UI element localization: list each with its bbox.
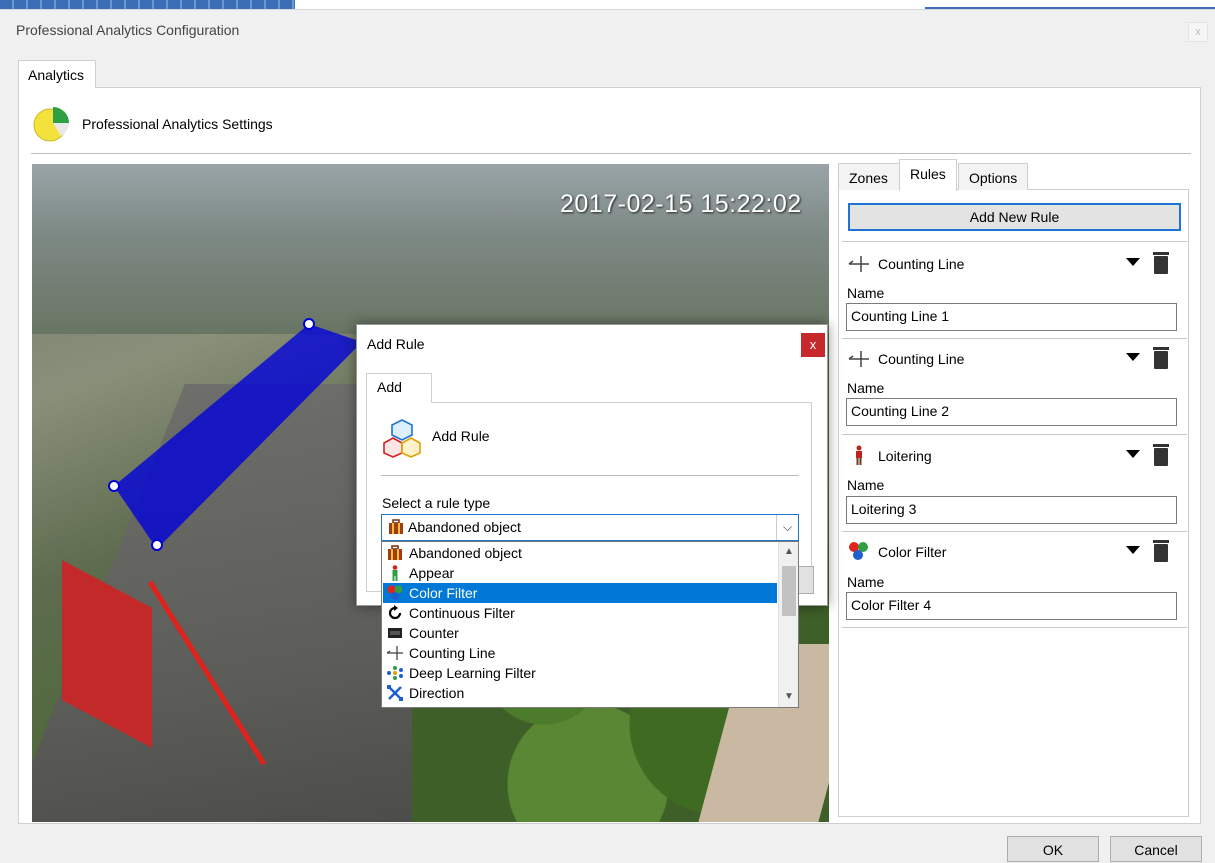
- dropdown-option-label: Counting Line: [409, 645, 496, 661]
- appear-person-icon: [392, 565, 398, 581]
- rule-divider: [842, 434, 1187, 435]
- tab-options[interactable]: Options: [958, 163, 1028, 190]
- trash-icon[interactable]: [1152, 443, 1170, 467]
- rule-name-input[interactable]: Color Filter 4: [846, 592, 1177, 620]
- background-window-strip: [0, 0, 1215, 10]
- briefcase-icon: [389, 519, 403, 534]
- dialog-title: Add Rule: [367, 336, 425, 352]
- rule-type-label: Color Filter: [878, 544, 947, 560]
- counting-line-icon: [848, 351, 869, 367]
- trash-icon[interactable]: [1152, 539, 1170, 563]
- direction-arrows-icon: [387, 685, 403, 701]
- dropdown-option-label: Counter: [409, 625, 459, 641]
- counter-icon: [388, 628, 402, 638]
- dropdown-option-label: Color Filter: [409, 585, 478, 601]
- rule-type-select-value: Abandoned object: [408, 519, 521, 535]
- dropdown-option[interactable]: Counter: [383, 623, 777, 643]
- dropdown-option[interactable]: Counting Line: [383, 643, 777, 663]
- briefcase-icon: [388, 545, 402, 560]
- rule-name-input[interactable]: Counting Line 2: [846, 398, 1177, 426]
- ok-button[interactable]: OK: [1007, 836, 1099, 862]
- network-icon: [387, 666, 403, 680]
- tab-zones[interactable]: Zones: [838, 163, 900, 190]
- rule-name-label: Name: [847, 380, 885, 396]
- zone-polygon: [114, 324, 362, 549]
- cubes-icon: [383, 419, 421, 458]
- rule-name-label: Name: [847, 285, 885, 301]
- rule-name-label: Name: [847, 574, 885, 590]
- tab-rules[interactable]: Rules: [899, 159, 957, 191]
- rule-divider: [842, 627, 1187, 628]
- camera-timestamp: 2017-02-15 15:22:02: [560, 190, 802, 218]
- trash-icon[interactable]: [1152, 346, 1170, 370]
- dropdown-option[interactable]: Abandoned object: [383, 543, 777, 563]
- counting-line-overlay: [147, 580, 267, 766]
- dropdown-scrollbar[interactable]: ▲ ▼: [778, 542, 798, 707]
- rule-type-label: Counting Line: [878, 256, 965, 272]
- rule-name-input[interactable]: Counting Line 1: [846, 303, 1177, 331]
- cancel-button[interactable]: Cancel: [1110, 836, 1202, 862]
- chevron-up-icon[interactable]: ▲: [779, 542, 798, 562]
- dropdown-option-label: Direction: [409, 685, 465, 701]
- counting-line-icon: [387, 646, 403, 660]
- dialog-divider: [381, 475, 799, 476]
- dialog-tab-add[interactable]: Add: [366, 373, 432, 403]
- dropdown-option-label: Abandoned object: [409, 545, 522, 561]
- rule-type-dropdown-list[interactable]: Abandoned object Appear Color Filter Con…: [381, 541, 799, 708]
- dropdown-option[interactable]: Continuous Filter: [383, 603, 777, 623]
- refresh-icon: [388, 605, 402, 620]
- zone-handle: [151, 539, 163, 551]
- rule-divider: [842, 531, 1187, 532]
- trash-icon[interactable]: [1152, 251, 1170, 275]
- dialog-close-button[interactable]: x: [801, 333, 825, 357]
- rule-expand-caret-icon[interactable]: [1126, 450, 1140, 458]
- rule-type-label: Counting Line: [878, 351, 965, 367]
- dropdown-option-highlighted[interactable]: Color Filter: [383, 583, 777, 603]
- rule-name-input[interactable]: Loitering 3: [846, 496, 1177, 524]
- rule-expand-caret-icon[interactable]: [1126, 353, 1140, 361]
- dropdown-option-label: Continuous Filter: [409, 605, 515, 621]
- window-title: Professional Analytics Configuration: [16, 22, 240, 38]
- scrollbar-thumb[interactable]: [782, 566, 796, 616]
- tab-analytics[interactable]: Analytics: [18, 60, 96, 88]
- dialog-heading: Add Rule: [432, 428, 490, 444]
- color-filter-icon: [849, 542, 868, 560]
- background-window-line: [925, 7, 1215, 9]
- rule-type-select-label: Select a rule type: [382, 495, 491, 511]
- rule-name-label: Name: [847, 477, 885, 493]
- chevron-down-icon[interactable]: ⌵: [776, 515, 798, 540]
- rule-divider: [842, 241, 1187, 242]
- rule-divider: [842, 338, 1187, 339]
- zone-handle: [108, 480, 120, 492]
- dropdown-option-label: Deep Learning Filter: [409, 665, 536, 681]
- rule-type-label: Loitering: [878, 448, 932, 464]
- background-window-banner: [0, 0, 295, 9]
- dropdown-option[interactable]: Deep Learning Filter: [383, 663, 777, 683]
- chevron-down-icon[interactable]: ▼: [779, 687, 798, 707]
- rule-expand-caret-icon[interactable]: [1126, 258, 1140, 266]
- dropdown-option-label: Appear: [409, 565, 455, 581]
- rule-expand-caret-icon[interactable]: [1126, 546, 1140, 554]
- add-new-rule-button[interactable]: Add New Rule: [848, 203, 1181, 231]
- pie-chart-icon: [33, 107, 69, 142]
- loitering-person-icon: [856, 445, 862, 465]
- color-filter-icon: [387, 585, 403, 600]
- window-close-button[interactable]: x: [1188, 22, 1208, 42]
- zone-handle: [303, 318, 315, 330]
- dropdown-option[interactable]: Appear: [383, 563, 777, 583]
- dropdown-option[interactable]: Direction: [383, 683, 777, 703]
- header-divider: [31, 153, 1191, 154]
- settings-title: Professional Analytics Settings: [82, 116, 273, 132]
- counting-line-icon: [848, 256, 869, 272]
